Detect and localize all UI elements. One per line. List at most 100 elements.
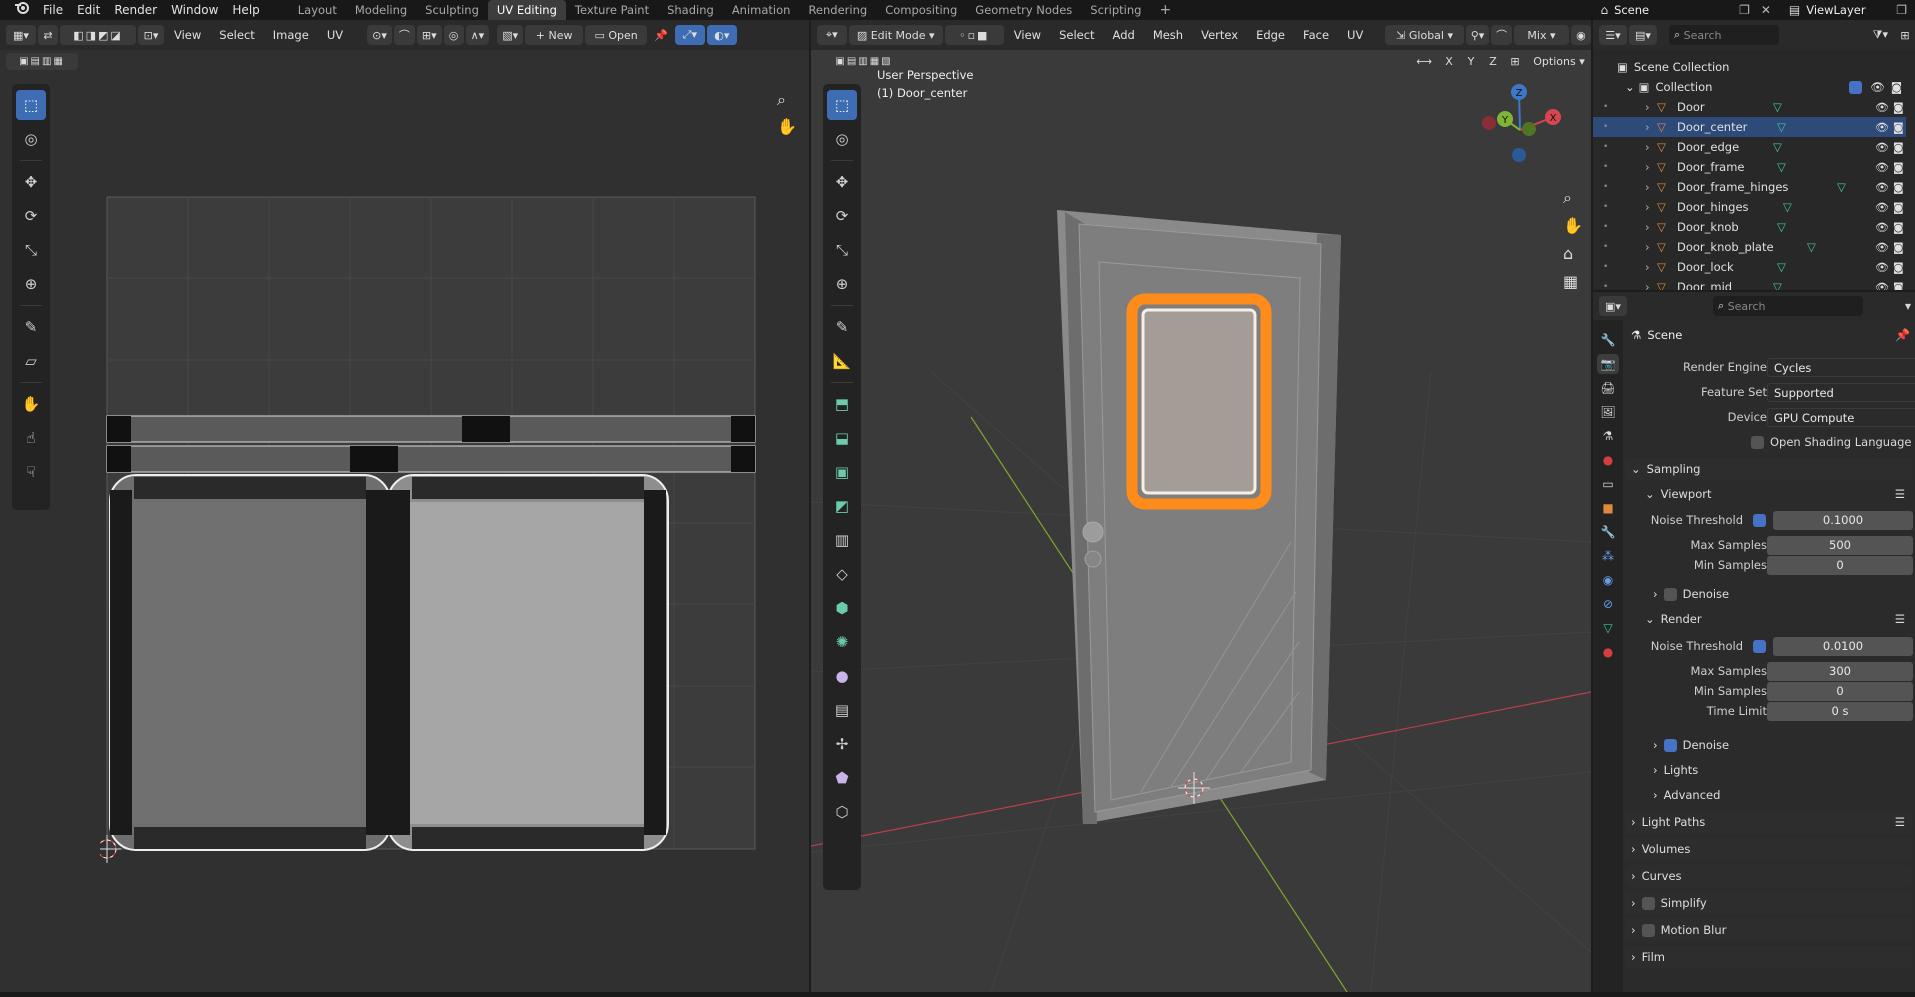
mesh-data-icon[interactable]: ▽ [1773,100,1782,114]
snap-icon[interactable]: ⌒ [393,25,415,45]
poly-build-tool-icon[interactable]: ⬢ [827,593,857,623]
scene-tab-icon[interactable]: ⚗ [1597,426,1619,446]
render-visibility-icon[interactable]: ◙ [1893,101,1904,114]
scene-name[interactable]: Scene [1614,3,1734,17]
light-paths-header[interactable]: › Light Paths ☰ [1625,811,1913,833]
uv-canvas[interactable] [100,190,780,870]
tab-sculpting[interactable]: Sculpting [416,0,488,20]
render-visibility-icon[interactable]: ◙ [1893,121,1904,134]
uv-gizmo-icon[interactable]: ⤢▾ [674,25,705,45]
render-visibility-icon[interactable]: ◙ [1893,241,1904,254]
object-select-dot-icon[interactable]: • [1603,162,1608,172]
view-layer-name[interactable]: ViewLayer [1806,3,1888,17]
mode-dropdown[interactable]: ▨ Edit Mode ▾ [848,25,943,45]
outliner-item-door[interactable]: • › ▽ Door ▽ 👁 ◙ [1593,97,1906,117]
object-select-dot-icon[interactable]: • [1603,282,1608,290]
transform-tool-icon[interactable]: ⊕ [16,269,46,299]
view-layer-tab-icon[interactable]: 🖼 [1597,402,1619,422]
visibility-icon[interactable]: 👁 [1875,281,1889,291]
viewport-subpanel-header[interactable]: ⌄ Viewport ☰ [1639,483,1913,505]
expand-arrow-icon[interactable]: › [1645,140,1650,154]
vp-menu-vertex[interactable]: Vertex [1193,28,1246,42]
output-tab-icon[interactable]: 🖨 [1597,378,1619,398]
render-visibility-icon[interactable]: ◙ [1893,201,1904,214]
vp-denoise-header[interactable]: › Denoise [1653,583,1913,605]
r-denoise-header[interactable]: › Denoise [1653,734,1913,756]
expand-arrow-icon[interactable]: › [1645,100,1650,114]
expand-arrow-icon[interactable]: › [1645,220,1650,234]
outliner-item-door-center[interactable]: • › ▽ Door_center ▽ 👁 ◙ [1593,117,1906,137]
vp-max-samples-field[interactable]: 500 [1767,535,1913,555]
outliner-item-door-frame-hinges[interactable]: • › ▽ Door_frame_hinges ▽ 👁 ◙ [1593,177,1906,197]
uv-menu-select[interactable]: Select [211,28,262,42]
visibility-icon[interactable]: 👁 [1875,161,1889,174]
new-image-button[interactable]: + New [525,25,584,45]
mesh-data-icon[interactable]: ▽ [1777,160,1786,174]
vp-select-box-tool-icon[interactable]: ⬚ [827,90,857,120]
3d-scene[interactable] [811,72,1591,992]
transform-orientation-dropdown[interactable]: ⇲ Global ▾ [1385,25,1464,45]
shear-tool-icon[interactable]: ⬟ [827,763,857,793]
volumes-header[interactable]: › Volumes [1625,838,1913,860]
select-box-tool-icon[interactable]: ⬚ [16,90,46,120]
pin-icon[interactable]: 📌 [649,25,673,45]
visibility-icon[interactable]: 👁 [1875,101,1889,114]
expand-arrow-icon[interactable]: › [1645,280,1650,290]
r-noise-threshold-checkbox[interactable] [1753,639,1766,653]
collection-exclude-checkbox[interactable] [1849,80,1863,94]
menu-edit[interactable]: Edit [70,0,107,20]
physics-tab-icon[interactable]: ◉ [1597,570,1619,590]
gizmo-neg-x-axis[interactable] [1482,116,1496,130]
mesh-data-icon[interactable]: ▽ [1773,140,1782,154]
view-layer-icon[interactable]: ▤ [1777,3,1806,17]
render-visibility-icon[interactable]: ◙ [1893,281,1904,291]
simplify-checkbox[interactable] [1641,896,1655,910]
render-subpanel-header[interactable]: ⌄ Render ☰ [1639,608,1913,630]
vp-move-tool-icon[interactable]: ✥ [827,167,857,197]
navigation-gizmo[interactable]: Z X Y [1476,80,1576,180]
display-mode-icon[interactable]: ▤▾ [1629,25,1657,45]
gizmo-neg-z-axis[interactable] [1512,148,1526,162]
collection-render-icon[interactable]: ◙ [1891,80,1902,94]
mesh-data-icon[interactable]: ▽ [1807,240,1816,254]
uv-overlay-icon[interactable]: ◐▾ [706,25,737,45]
render-visibility-icon[interactable]: ◙ [1893,161,1904,174]
visibility-icon[interactable]: 👁 [1875,181,1889,194]
add-workspace-icon[interactable]: + [1150,0,1180,20]
vp-zoom-icon[interactable]: ⌕ [1563,188,1572,208]
world-tab-icon[interactable]: ● [1597,450,1619,470]
axis-x-button[interactable]: X [1439,52,1459,70]
expand-arrow-icon[interactable]: › [1645,240,1650,254]
render-engine-dropdown[interactable]: Cycles [1767,357,1915,377]
vp-menu-edge[interactable]: Edge [1248,28,1293,42]
modifier-tab-icon[interactable]: 🔧 [1597,522,1619,542]
vp-noise-threshold-field[interactable]: 0.1000 [1773,510,1913,530]
object-select-dot-icon[interactable]: • [1603,142,1608,152]
tab-compositing[interactable]: Compositing [876,0,966,20]
vp-menu-mesh[interactable]: Mesh [1145,28,1191,42]
vp-min-samples-field[interactable]: 0 [1767,555,1913,575]
mesh-data-icon[interactable]: ▽ [1837,180,1846,194]
filter-icon[interactable]: ⧩▾ [1868,25,1893,45]
axis-y-button[interactable]: Y [1461,52,1481,70]
properties-editor-icon[interactable]: ▣▾ [1599,296,1627,316]
properties-options-icon[interactable]: ▾ [1905,299,1911,313]
device-dropdown[interactable]: GPU Compute [1767,407,1915,427]
snap-target-icon[interactable]: ⊞▾ [416,25,442,45]
light-paths-list-icon[interactable]: ☰ [1895,815,1905,829]
image-browse-icon[interactable]: ▧▾ [497,25,524,45]
vp-select-box-icons[interactable]: ▣▤▥▦▧ [817,52,911,70]
object-select-dot-icon[interactable]: • [1603,242,1608,252]
render-visibility-icon[interactable]: ◙ [1893,181,1904,194]
tab-animation[interactable]: Animation [723,0,800,20]
vp-annotate-tool-icon[interactable]: ✎ [827,312,857,342]
render-visibility-icon[interactable]: ◙ [1893,141,1904,154]
object-select-dot-icon[interactable]: • [1603,122,1608,132]
vp-cursor-tool-icon[interactable]: ◎ [827,124,857,154]
cursor-tool-icon[interactable]: ◎ [16,124,46,154]
uv-zoom-icon[interactable]: ⌕ [777,90,786,110]
vp-rotate-tool-icon[interactable]: ⟳ [827,201,857,231]
scene-copy-icon[interactable]: ❐ [1734,3,1755,17]
open-image-button[interactable]: ▭ Open [585,25,648,45]
shading-mix-dropdown[interactable]: Mix ▾ [1513,25,1569,45]
